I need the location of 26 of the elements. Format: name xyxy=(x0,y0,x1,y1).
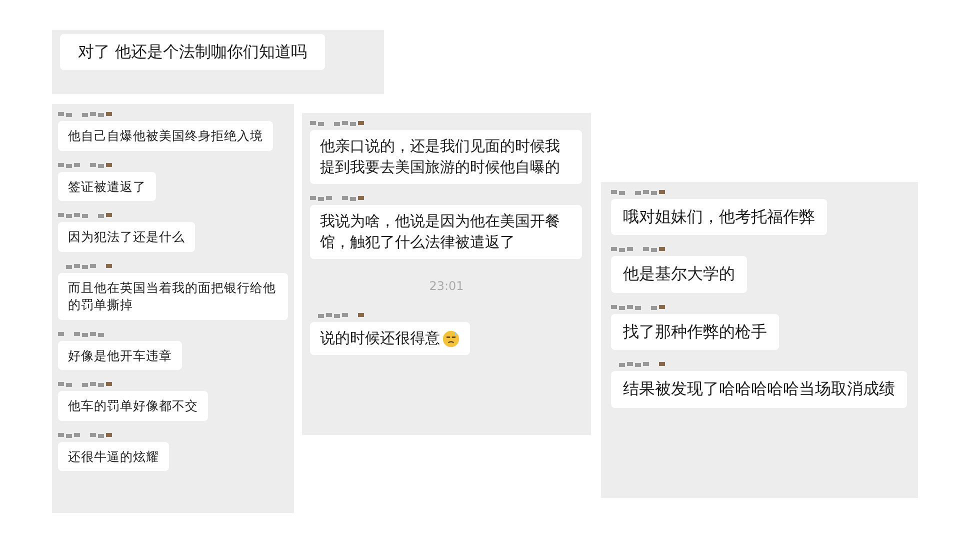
message-text: 他亲口说的，还是我们见面的时候我提到我要去美国旅游的时候他自曝的 xyxy=(320,136,561,178)
blurred-name-drawing xyxy=(611,304,667,311)
message-text: 哦对姐妹们，他考托福作弊 xyxy=(623,206,815,228)
message-text: 因为犯法了还是什么 xyxy=(68,228,185,246)
message-text: 他自己自爆他被美国终身拒绝入境 xyxy=(68,127,263,144)
blurred-name-drawing xyxy=(310,196,366,202)
message-text: 说的时候还很得意 xyxy=(320,328,440,349)
blurred-name-drawing xyxy=(310,121,366,127)
message-text: 对了 他还是个法制咖你们知道吗 xyxy=(78,41,308,63)
message-text: 找了那种作弊的枪手 xyxy=(623,320,767,343)
blurred-name-drawing xyxy=(58,382,114,388)
blurred-name-drawing xyxy=(58,432,114,438)
message-text: 还很牛逼的炫耀 xyxy=(68,448,159,465)
message-text: 他车的罚单好像都不交 xyxy=(68,397,198,414)
blurred-name-drawing xyxy=(58,213,114,219)
blurred-name-drawing xyxy=(58,112,114,118)
message-text: 我说为啥，他说是因为他在美国开餐馆，触犯了什么法律被遣返了 xyxy=(320,211,561,253)
message-text: 他是基尔大学的 xyxy=(623,263,735,286)
blurred-name-drawing xyxy=(611,190,667,196)
message-text: 而且他在英国当着我的面把银行给他的罚单撕掉 xyxy=(68,278,277,314)
blurred-name-drawing xyxy=(611,247,667,254)
message-text: 结果被发现了哈哈哈哈哈当场取消成绩 xyxy=(623,378,895,400)
message-text: 签证被遣返了 xyxy=(68,178,146,195)
message-text: 好像是他开车违章 xyxy=(68,346,172,364)
timestamp: 23:01 xyxy=(429,279,464,293)
blurred-name-drawing xyxy=(58,162,114,168)
